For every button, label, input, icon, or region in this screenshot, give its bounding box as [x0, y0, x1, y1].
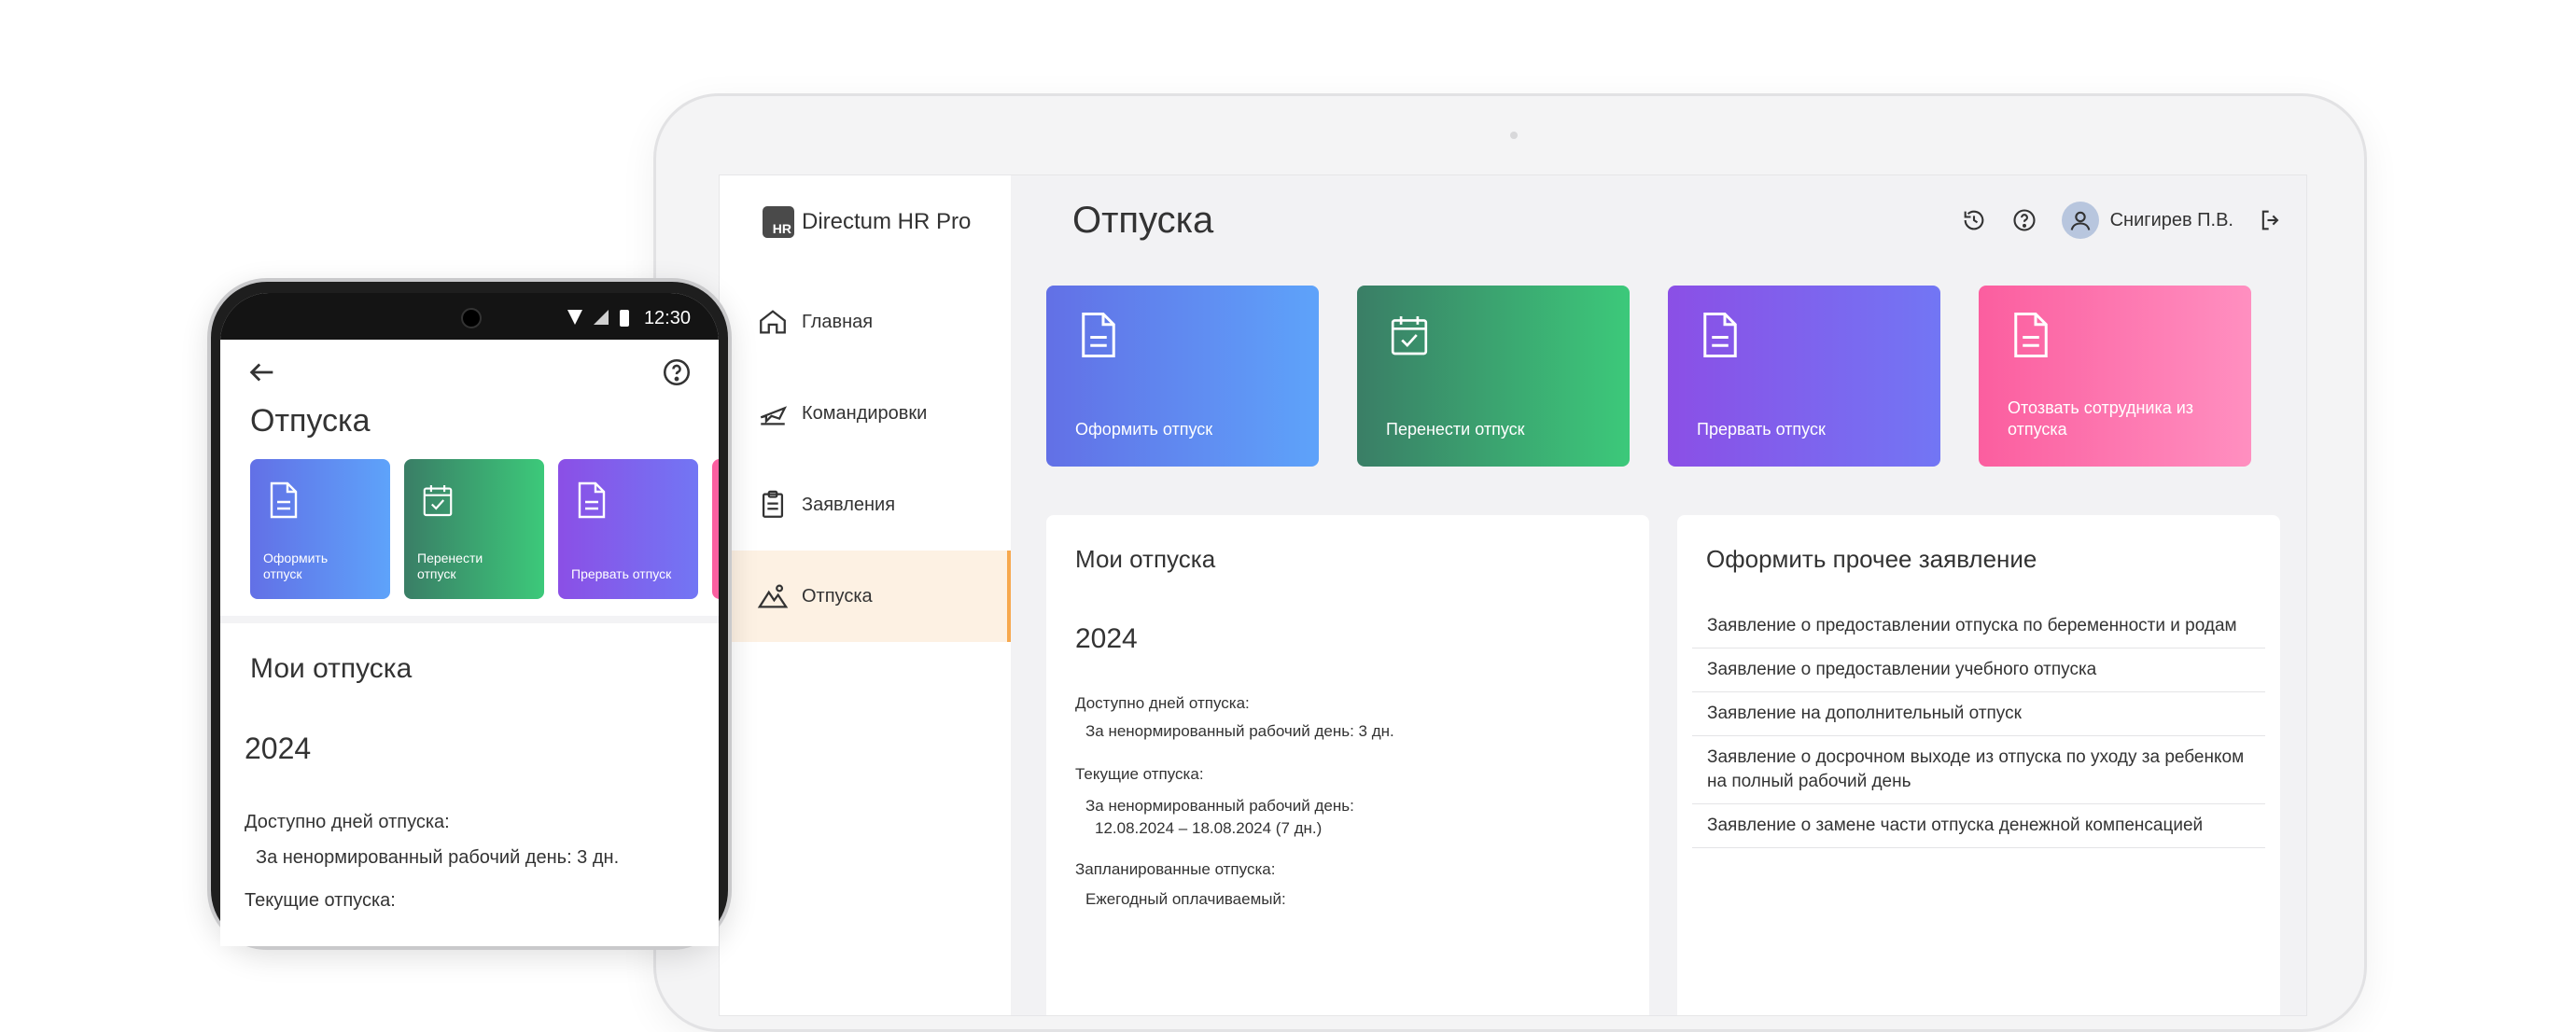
battery-icon [620, 310, 629, 327]
list-item[interactable]: Заявление о предоставлении учебного отпу… [1692, 648, 2265, 692]
logout-icon[interactable] [2258, 207, 2284, 233]
history-icon[interactable] [1961, 207, 1987, 233]
tile-interrupt-vacation[interactable]: Прервать отпуск [1668, 286, 1940, 467]
signal-icon [594, 310, 609, 325]
tile-apply-vacation[interactable]: Оформить отпуск [250, 459, 390, 599]
list-item[interactable]: Заявление о предоставлении отпуска по бе… [1692, 605, 2265, 648]
list-item[interactable]: Заявление на дополнительный отпуск [1692, 692, 2265, 736]
year-heading: 2024 [1075, 623, 1138, 654]
page-title: Отпуска [250, 403, 371, 439]
card-title: Оформить прочее заявление [1706, 545, 2037, 573]
current-label: Текущие отпуска: [245, 890, 396, 911]
phone-screen: 12:30 Отпуска Оформить отпуск Перенести … [220, 293, 719, 946]
sidebar-item-label: Отпуска [802, 585, 873, 607]
document-icon [270, 481, 298, 519]
plane-icon [760, 406, 788, 425]
calendar-check-icon [1391, 316, 1428, 356]
app-logo[interactable]: HR Directum HR Pro [763, 206, 971, 238]
current-type: За ненормированный рабочий день: [1085, 797, 1354, 815]
planned-label: Запланированные отпуска: [1075, 860, 1276, 878]
tile-recall-employee[interactable] [712, 459, 719, 599]
tile-interrupt-vacation[interactable]: Прервать отпуск [558, 459, 698, 599]
status-bar: 12:30 [220, 293, 719, 340]
document-icon [2014, 313, 2048, 357]
tablet-screen: HR Directum HR Pro Главная Командировки … [719, 174, 2307, 1016]
tile-label: Оформить отпуск [263, 551, 329, 581]
card-title: Мои отпуска [250, 653, 413, 684]
sidebar-item-trips[interactable]: Командировки [720, 368, 1011, 459]
logo-icon: HR [763, 206, 794, 238]
document-icon [1703, 313, 1737, 357]
tile-label: Оформить отпуск [1075, 420, 1213, 439]
available-value: За ненормированный рабочий день: 3 дн. [1085, 722, 1394, 740]
sidebar-item-home[interactable]: Главная [720, 276, 1011, 368]
current-label: Текущие отпуска: [1075, 765, 1204, 783]
sidebar: HR Directum HR Pro Главная Командировки … [720, 175, 1011, 1015]
home-icon [760, 310, 786, 334]
tile-reschedule-vacation[interactable]: Перенести отпуск [404, 459, 544, 599]
tile-label: Перенести отпуск [417, 551, 483, 581]
user-name[interactable]: Снигирев П.В. [2110, 210, 2233, 231]
card-title: Мои отпуска [1075, 545, 1216, 573]
tablet-device: HR Directum HR Pro Главная Командировки … [653, 93, 2367, 1032]
wifi-icon [567, 310, 582, 325]
tile-label: Прервать отпуск [1697, 420, 1826, 439]
clipboard-icon [762, 490, 784, 518]
status-icons [567, 310, 629, 327]
tile-apply-vacation[interactable]: Оформить отпуск [1046, 286, 1319, 467]
header-actions: Снигирев П.В. [1961, 202, 2306, 239]
phone-device: 12:30 Отпуска Оформить отпуск Перенести … [207, 278, 732, 950]
tile-recall-employee[interactable]: Отозвать сотрудника из отпуска [1979, 286, 2251, 467]
available-value: За ненормированный рабочий день: 3 дн. [256, 847, 620, 868]
current-dates: 12.08.2024 – 18.08.2024 (7 дн.) [1095, 819, 1323, 837]
other-applications-card: Оформить прочее заявление Заявление о пр… [1677, 515, 2280, 1015]
list-item[interactable]: Заявление о замене части отпуска денежно… [1692, 804, 2265, 848]
tile-label: Прервать отпуск [571, 566, 672, 581]
tile-reschedule-vacation[interactable]: Перенести отпуск [1357, 286, 1630, 467]
app-name: Directum HR Pro [802, 209, 972, 234]
help-icon[interactable] [2011, 207, 2037, 233]
back-arrow-icon[interactable] [246, 356, 278, 388]
front-camera [461, 308, 482, 328]
year-heading: 2024 [245, 732, 312, 765]
user-icon [2070, 211, 2090, 230]
status-time: 12:30 [643, 308, 691, 328]
list-item[interactable]: Заявление о досрочном выходе из отпуска … [1692, 736, 2265, 804]
document-icon [1082, 313, 1115, 357]
sidebar-item-applications[interactable]: Заявления [720, 459, 1011, 551]
tile-label: Перенести отпуск [1386, 420, 1525, 439]
available-label: Доступно дней отпуска: [245, 812, 450, 832]
planned-type: Ежегодный оплачиваемый: [1085, 890, 1286, 908]
calendar-check-icon [423, 485, 453, 517]
tile-label: Отозвать сотрудника из отпуска [2008, 398, 2194, 439]
avatar[interactable] [2061, 202, 2099, 239]
tablet-camera [1510, 132, 1518, 139]
other-applications-list: Заявление о предоставлении отпуска по бе… [1692, 605, 2265, 848]
help-icon[interactable] [661, 356, 693, 388]
available-label: Доступно дней отпуска: [1075, 694, 1250, 712]
my-vacations-card: Мои отпуска 2024 Доступно дней отпуска: … [1046, 515, 1649, 1015]
sidebar-item-label: Заявления [802, 494, 896, 515]
sidebar-item-label: Главная [802, 311, 874, 332]
page-title: Отпуска [1072, 200, 1214, 241]
document-icon [578, 481, 606, 519]
sidebar-item-label: Командировки [802, 402, 928, 424]
mountain-icon [757, 584, 789, 608]
sidebar-item-vacations[interactable]: Отпуска [720, 551, 1011, 642]
